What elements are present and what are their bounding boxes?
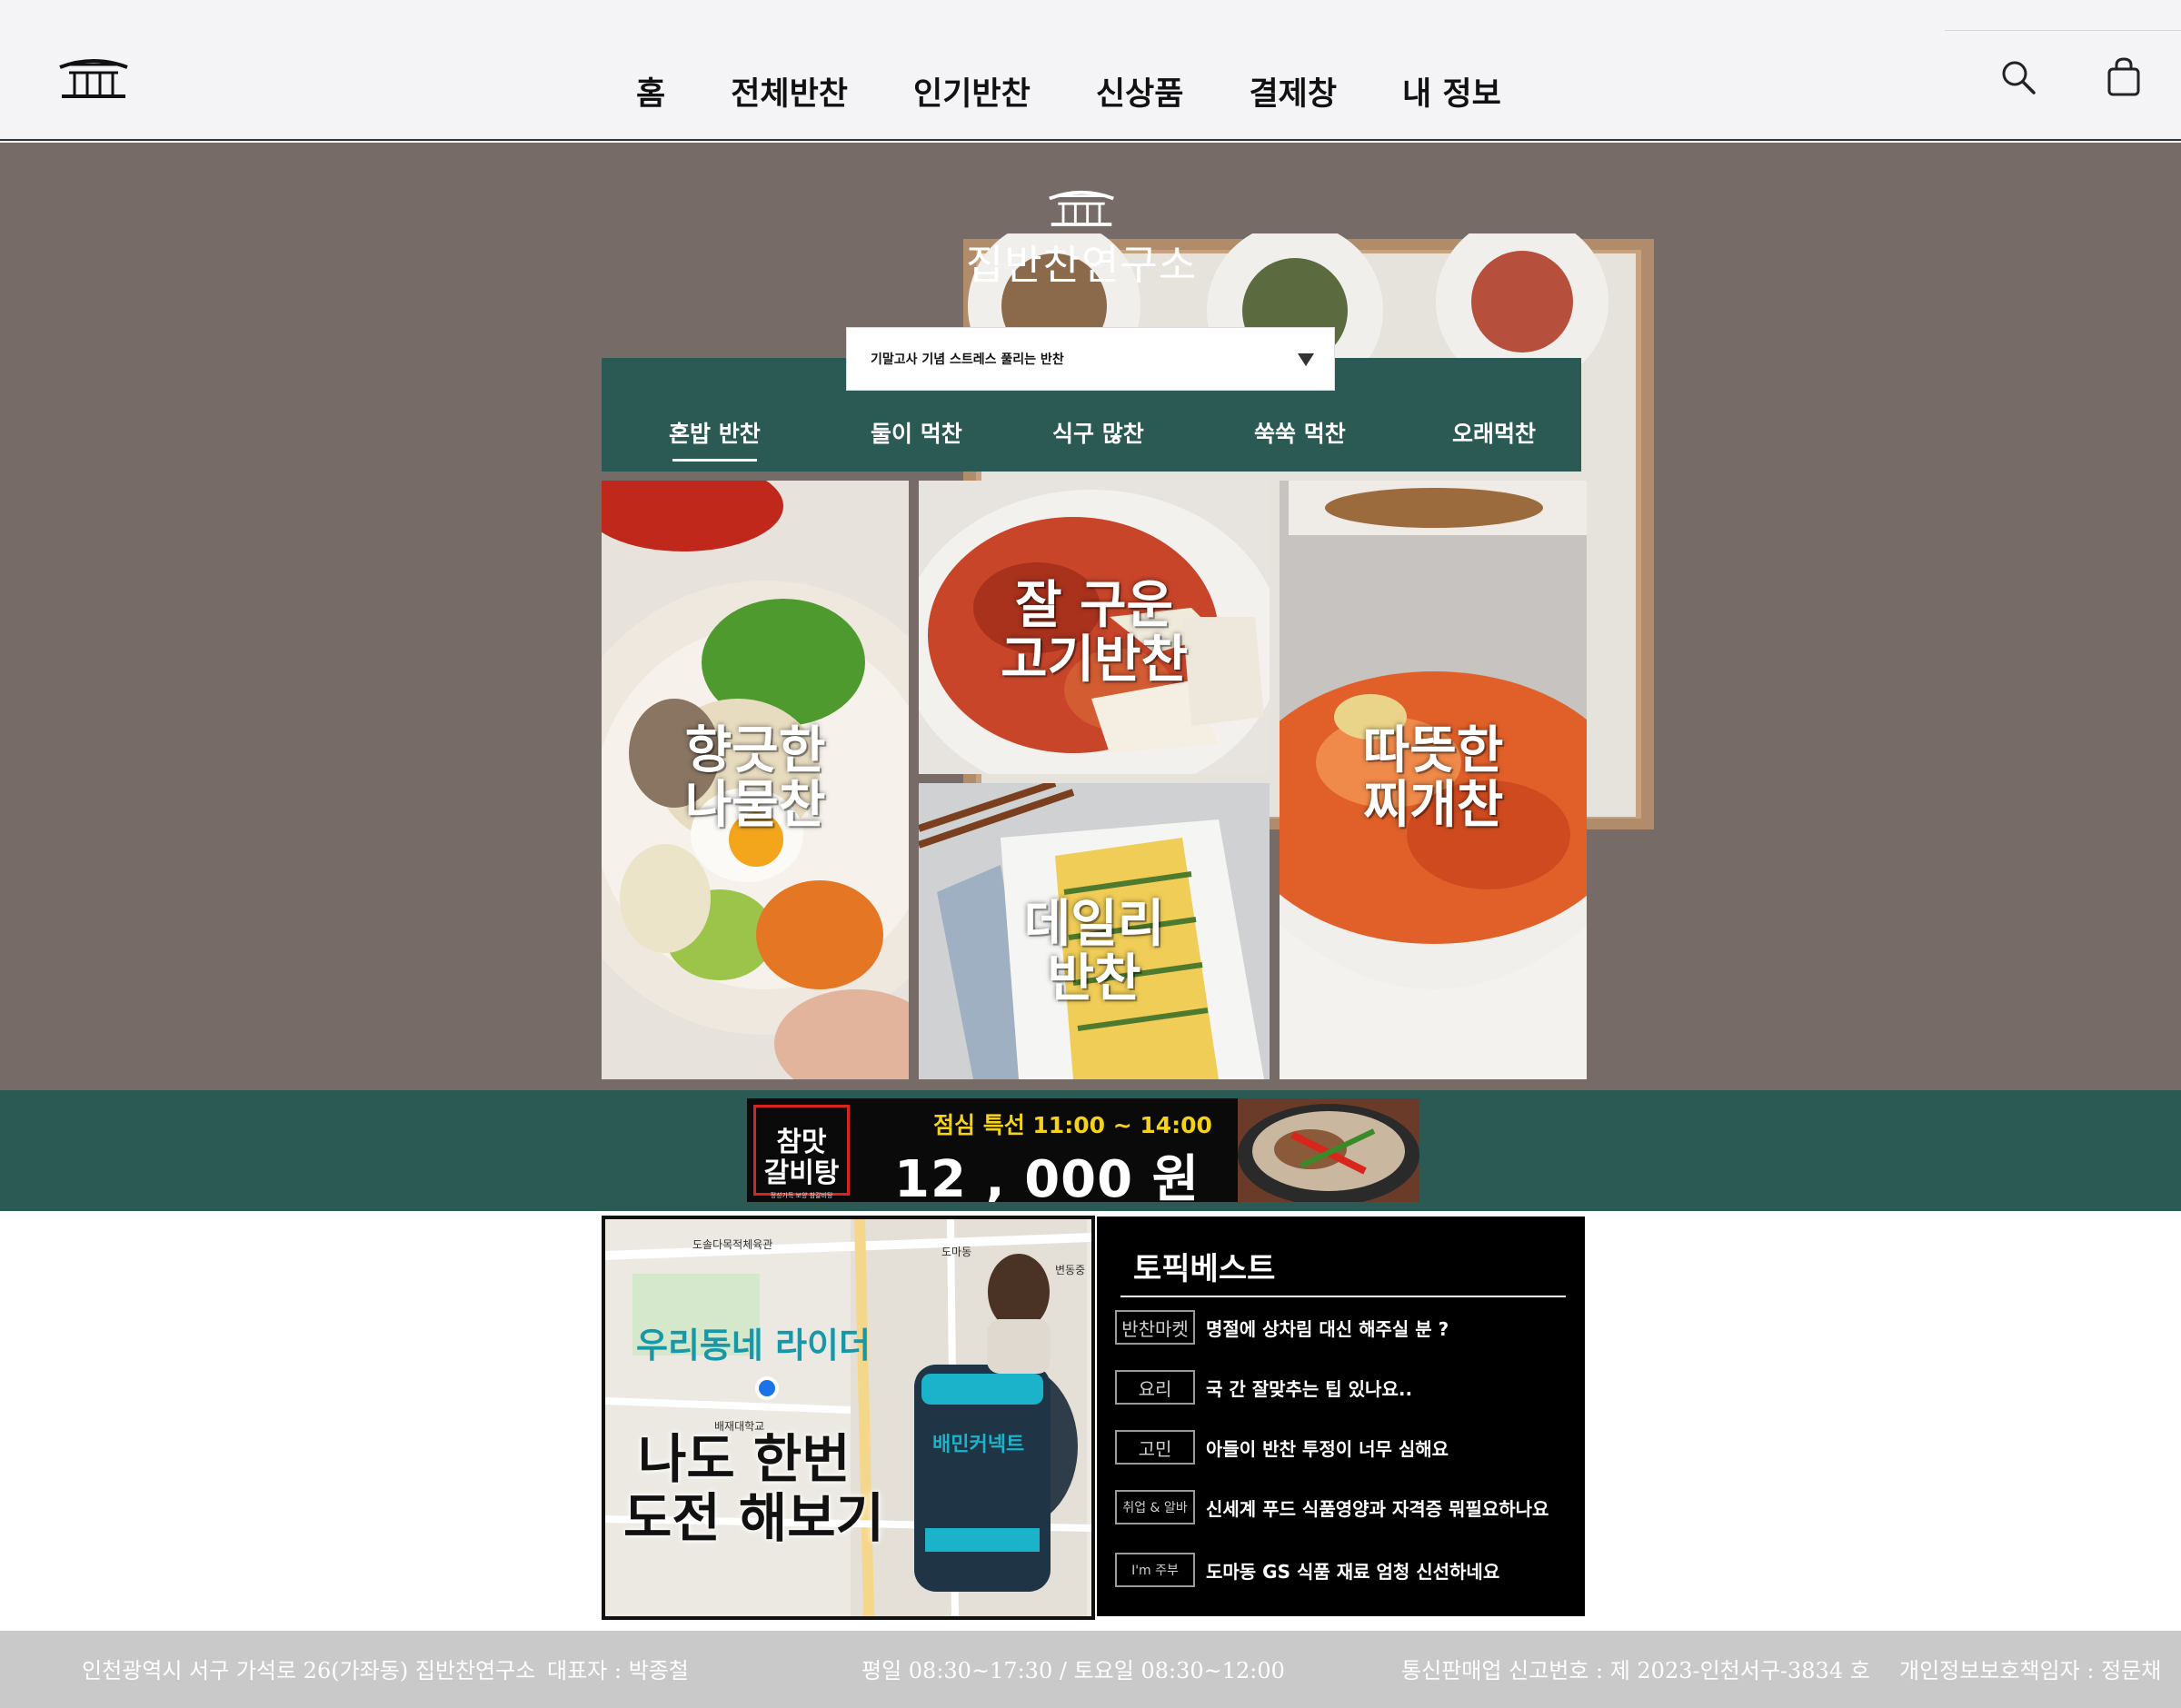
rider-recruit-ad[interactable]: 배민커넥트 도솔다목적체육관 배재대학교 변동중 도마동 우리동네 라이더 나도… [602,1216,1095,1620]
nav-all-side-dishes[interactable]: 전체반찬 [731,68,848,114]
promo-brand-line1: 참맛 [776,1127,827,1158]
topic-best-title: 토픽베스트 [1133,1251,1276,1287]
tile-namul-label: 향긋한 나물찬 [602,721,909,836]
tab-big-family[interactable]: 식구 많찬 [1052,416,1144,449]
topic-item[interactable]: 요리 국 간 잘맞추는 팁 있나요.. [1115,1369,1412,1405]
footer-ceo: 대표자 : 박종철 [547,1658,689,1683]
topic-tag: 반찬마켓 [1115,1310,1195,1345]
hanok-roof-icon [1049,191,1114,226]
bag-brand-text: 배민커넥트 [932,1434,1024,1456]
tile-warm-stew-line2: 찌개찬 [1362,776,1504,836]
dropdown-value: 기말고사 기념 스트레스 풀리는 반찬 [871,353,1064,367]
footer-license: 통신판매업 신고번호 : 제 2023-인천서구-3834 호 [1401,1658,1870,1683]
galbitang-photo [1238,1098,1419,1202]
header-divider [1945,30,2181,31]
topic-title: 명절에 상차림 대신 해주실 분 ? [1206,1317,1449,1340]
promo-price: 12 , 000 원 [894,1150,1200,1202]
topic-tag: 취업 & 알바 [1115,1490,1195,1524]
nav-checkout[interactable]: 결제창 [1249,68,1337,114]
topic-item[interactable]: 고민 아들이 반찬 투정이 너무 심해요 [1115,1429,1449,1465]
topic-item[interactable]: 반찬마켓 명절에 상차림 대신 해주실 분 ? [1115,1309,1449,1346]
map-label-doma-dong: 도마동 [941,1246,971,1258]
tab-long-lasting[interactable]: 오래먹찬 [1452,416,1536,449]
topic-title: 아들이 반찬 투정이 너무 심해요 [1206,1437,1449,1460]
tile-namul[interactable]: 향긋한 나물찬 [602,481,909,1079]
hero-section: 집반찬연구소 기말고사 기념 스트레스 풀리는 반찬 혼밥 반찬 둘이 먹찬 식… [0,143,2181,1090]
topic-title: 국 간 잘맞추는 팁 있나요.. [1206,1377,1413,1400]
promo-brand-small: 정성가득 보양 참갈비탕 [770,1192,833,1199]
search-icon[interactable] [1997,56,2039,98]
promo-band: 참맛 갈비탕 정성가득 보양 참갈비탕 점심 특선 11:00 ~ 14:00 … [0,1090,2181,1211]
footer-privacy-officer: 개인정보보호책임자 : 정문채 [1899,1658,2162,1683]
map-label-gym: 도솔다목적체육관 [692,1238,772,1251]
tile-grilled-meat-line2: 고기반찬 [1000,631,1189,690]
tab-kids[interactable]: 쑥쑥 먹찬 [1254,416,1346,449]
brand-name: 집반찬연구소 [965,241,1198,289]
tile-daily[interactable]: 데일리 반찬 [919,783,1270,1079]
shopping-bag-icon[interactable] [2103,56,2145,98]
topic-title: 도마동 GS 식품 재료 엄청 신선하네요 [1206,1560,1500,1583]
tile-warm-stew[interactable]: 따뜻한 찌개찬 [1280,481,1587,1079]
topic-tag: 요리 [1115,1370,1195,1405]
promo-brand-line2: 갈비탕 [763,1157,840,1189]
tile-namul-line1: 향긋한 [684,721,826,780]
tile-grilled-meat-line1: 잘 구운 [1014,576,1174,635]
map-label-middle-school: 변동중 [1055,1264,1085,1276]
brand-mark: 집반찬연구소 [945,186,1218,291]
tile-grilled-meat[interactable]: 잘 구운 고기반찬 [919,481,1270,774]
neighborhood-map: 배민커넥트 도솔다목적체육관 배재대학교 변동중 도마동 [605,1219,1091,1616]
tile-daily-label: 데일리 반찬 [919,895,1270,1009]
footer-address: 인천광역시 서구 가석로 26(가좌동) 집반찬연구소 [82,1658,536,1683]
nav-my-info[interactable]: 내 정보 [1402,68,1501,114]
galbitang-promo-banner[interactable]: 참맛 갈비탕 정성가득 보양 참갈비탕 점심 특선 11:00 ~ 14:00 … [747,1098,1419,1202]
tab-for-two[interactable]: 둘이 먹찬 [871,416,962,449]
nav-home[interactable]: 홈 [636,68,665,114]
hanok-roof-icon[interactable] [56,53,131,104]
tile-daily-line1: 데일리 [1023,895,1165,954]
promo-lunch-special: 점심 특선 11:00 ~ 14:00 [933,1112,1212,1138]
theme-dropdown[interactable]: 기말고사 기념 스트레스 풀리는 반찬 [846,327,1335,391]
tile-warm-stew-line1: 따뜻한 [1362,721,1504,780]
topic-item[interactable]: 취업 & 알바 신세계 푸드 식품영양과 자격증 뭐필요하나요 [1115,1489,1549,1525]
tab-solo-meal[interactable]: 혼밥 반찬 [669,416,761,462]
tile-daily-line2: 반찬 [1047,949,1141,1009]
main-nav: 홈 전체반찬 인기반찬 신상품 결제창 내 정보 [636,64,1501,118]
tile-warm-stew-label: 따뜻한 찌개찬 [1280,721,1587,836]
topic-best-panel: 토픽베스트 반찬마켓 명절에 상차림 대신 해주실 분 ? 요리 국 간 잘맞추… [1097,1216,1585,1616]
tile-namul-line2: 나물찬 [684,776,826,836]
tile-grilled-meat-label: 잘 구운 고기반찬 [919,576,1270,690]
rider-cta: 나도 한번 도전 해보기 [623,1430,884,1548]
rider-headline: 우리동네 라이더 [636,1326,871,1365]
topic-tag: 고민 [1115,1430,1195,1465]
nav-new-products[interactable]: 신상품 [1096,68,1184,114]
topic-item[interactable]: I'm 주부 도마동 GS 식품 재료 엄청 신선하네요 [1115,1552,1499,1588]
topic-tag: I'm 주부 [1115,1553,1195,1587]
topic-best-divider [1120,1296,1566,1297]
topic-title: 신세계 푸드 식품영양과 자격증 뭐필요하나요 [1206,1497,1549,1520]
nav-popular-side-dishes[interactable]: 인기반찬 [913,68,1031,114]
caret-down-icon [1298,353,1314,366]
site-footer: 인천광역시 서구 가석로 26(가좌동) 집반찬연구소 대표자 : 박종철 평일… [0,1631,2181,1708]
promo-brand-logo: 참맛 갈비탕 정성가득 보양 참갈비탕 [753,1105,850,1199]
footer-hours: 평일 08:30~17:30 / 토요일 08:30~12:00 [861,1658,1285,1683]
rider-cta-line2: 도전 해보기 [623,1486,884,1549]
rider-cta-line1: 나도 한번 [638,1428,851,1490]
site-header: 홈 전체반찬 인기반찬 신상품 결제창 내 정보 [0,0,2181,141]
